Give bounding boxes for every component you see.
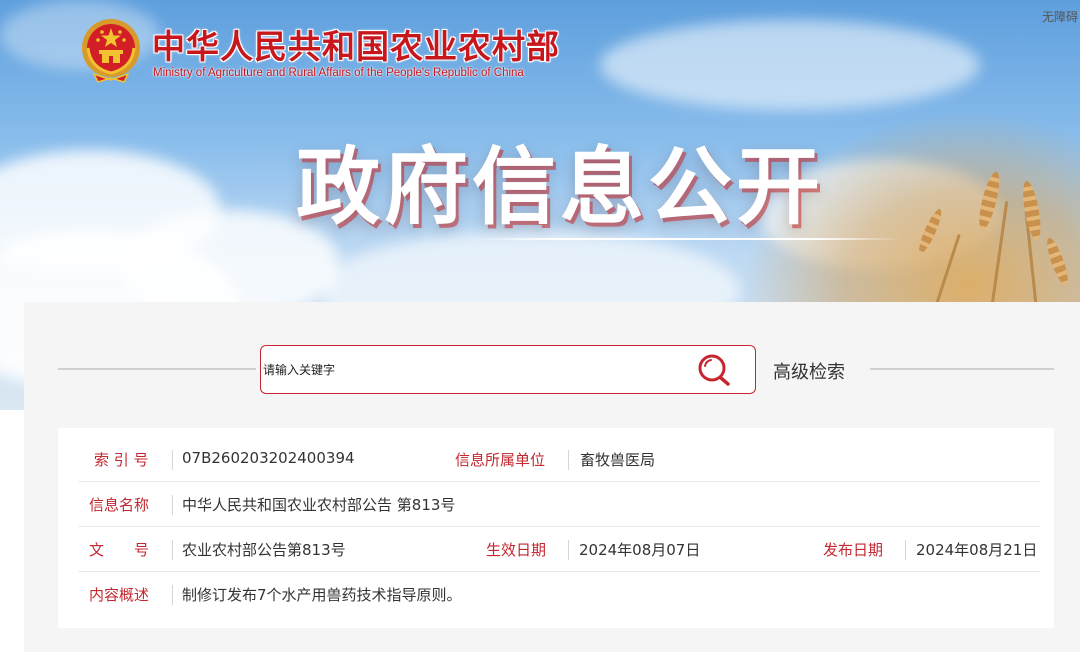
divider [172, 450, 173, 470]
table-row: 信息名称 中华人民共和国农业农村部公告 第813号 [78, 482, 1040, 527]
table-row: 内容概述 制修订发布7个水产用兽药技术指导原则。 [78, 572, 1040, 617]
search-box [260, 345, 756, 394]
national-emblem-icon [82, 19, 140, 83]
divider [905, 540, 906, 560]
ministry-name-en[interactable]: Ministry of Agriculture and Rural Affair… [153, 67, 524, 79]
search-icon [698, 354, 730, 386]
table-row: 索 引 号 07B260203202400394 信息所属单位 畜牧兽医局 [78, 437, 1040, 482]
table-row: 文 号 农业农村部公告第813号 生效日期 2024年08月07日 发布日期 2… [78, 527, 1040, 572]
search-divider-left [58, 368, 256, 370]
search-input[interactable] [262, 347, 682, 392]
name-label: 信息名称 [89, 496, 150, 514]
summary-value: 制修订发布7个水产用兽药技术指导原则。 [182, 586, 462, 604]
unit-label: 信息所属单位 [455, 451, 546, 469]
divider [568, 540, 569, 560]
divider [172, 585, 173, 605]
title-underline [472, 238, 900, 240]
index-label: 索 引 号 [94, 451, 149, 469]
info-table: 索 引 号 07B260203202400394 信息所属单位 畜牧兽医局 信息… [58, 428, 1054, 628]
ministry-name-cn[interactable]: 中华人民共和国农业农村部 [152, 20, 560, 68]
effective-date-value: 2024年08月07日 [579, 541, 701, 559]
docno-value: 农业农村部公告第813号 [182, 541, 346, 559]
divider [172, 495, 173, 515]
name-value: 中华人民共和国农业农村部公告 第813号 [182, 496, 456, 514]
docno-label: 文 号 [89, 541, 150, 559]
divider [568, 450, 569, 470]
summary-label: 内容概述 [89, 586, 150, 604]
divider [172, 540, 173, 560]
advanced-search-link[interactable]: 高级检索 [773, 358, 845, 384]
index-value: 07B260203202400394 [182, 449, 355, 467]
publish-date-label: 发布日期 [823, 541, 884, 559]
publish-date-value: 2024年08月21日 [916, 541, 1038, 559]
unit-value: 畜牧兽医局 [580, 451, 656, 469]
accessibility-link[interactable]: 无障碍 [1042, 8, 1078, 25]
banner-title: 政府信息公开 [296, 138, 825, 236]
effective-date-label: 生效日期 [486, 541, 547, 559]
cloud [600, 20, 980, 110]
search-divider-right [870, 368, 1054, 370]
search-button[interactable] [693, 351, 737, 389]
